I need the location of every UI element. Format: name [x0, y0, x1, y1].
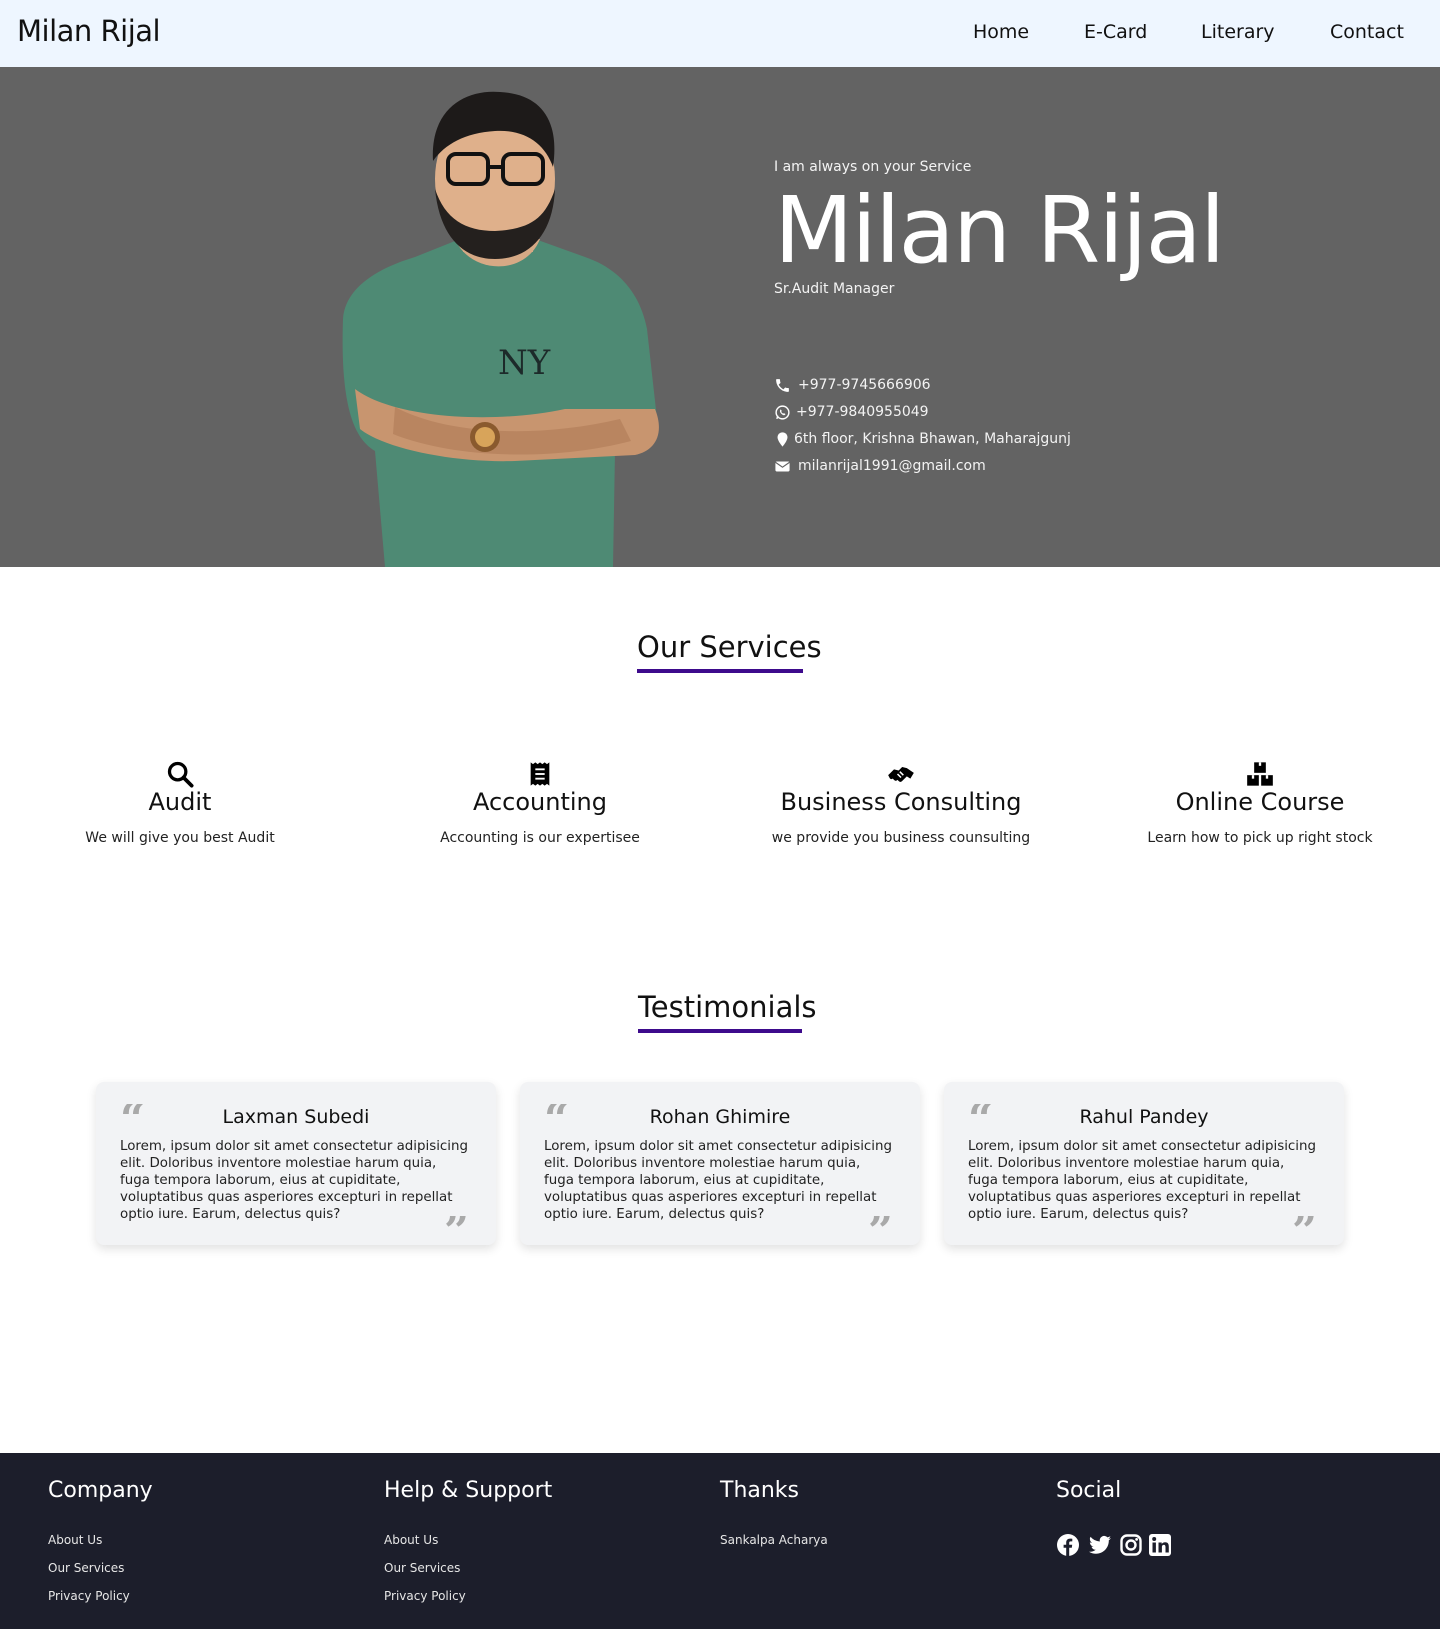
- phone-icon: [776, 379, 789, 392]
- testimonials-heading: Testimonials: [638, 990, 817, 1024]
- testimonial-text: Lorem, ipsum dolor sit amet consectetur …: [968, 1139, 1316, 1222]
- contact-email-text: milanrijal1991@gmail.com: [798, 458, 986, 474]
- brand-logo[interactable]: Milan Rijal: [17, 14, 161, 48]
- contact-phone-text: +977-9745666906: [798, 377, 931, 393]
- testimonial-author: Rohan Ghimire: [649, 1106, 791, 1128]
- services-heading: Our Services: [637, 630, 822, 664]
- twitter-icon[interactable]: [1088, 1533, 1112, 1557]
- envelope-icon: [775, 461, 790, 472]
- footer-about-link[interactable]: About Us: [48, 1533, 102, 1547]
- service-title: Accounting: [472, 788, 607, 816]
- service-description: We will give you best Audit: [85, 830, 275, 846]
- facebook-icon[interactable]: [1056, 1533, 1080, 1557]
- nav-home-link[interactable]: Home: [973, 21, 1029, 43]
- service-description: Accounting is our expertisee: [440, 830, 640, 846]
- receipt-icon: [530, 762, 550, 786]
- footer-thanks-heading: Thanks: [720, 1478, 800, 1503]
- nav-literary-link[interactable]: Literary: [1201, 21, 1275, 43]
- footer-services-link[interactable]: Our Services: [48, 1561, 124, 1575]
- service-description: Learn how to pick up right stock: [1147, 830, 1373, 846]
- testimonials-heading-underline: [638, 1029, 802, 1033]
- svg-text:”: ”: [1292, 1216, 1317, 1238]
- handshake-icon: [888, 767, 914, 782]
- instagram-icon[interactable]: [1119, 1533, 1143, 1557]
- quote-close-icon: ”: [444, 1216, 469, 1238]
- footer-help-heading: Help & Support: [384, 1478, 553, 1503]
- services-heading-underline: [637, 669, 803, 673]
- nav-contact-link[interactable]: Contact: [1330, 21, 1404, 43]
- footer-help-privacy-link[interactable]: Privacy Policy: [384, 1589, 466, 1603]
- testimonial-card: “ Rohan Ghimire Lorem, ipsum dolor sit a…: [520, 1082, 920, 1245]
- svg-text:”: ”: [444, 1216, 469, 1238]
- whatsapp-icon: [775, 405, 790, 420]
- testimonial-author: Laxman Subedi: [222, 1106, 370, 1128]
- service-title: Audit: [148, 788, 212, 816]
- footer-company-heading: Company: [48, 1478, 153, 1503]
- hero-name: Milan Rijal: [774, 177, 1225, 284]
- linkedin-icon[interactable]: [1148, 1533, 1172, 1557]
- footer-thanks-link[interactable]: Sankalpa Acharya: [720, 1533, 828, 1547]
- testimonial-card: “ Rahul Pandey Lorem, ipsum dolor sit am…: [944, 1082, 1344, 1245]
- site-footer: Company About Us Our Services Privacy Po…: [0, 1453, 1440, 1629]
- footer-help-services-link[interactable]: Our Services: [384, 1561, 460, 1575]
- profile-portrait: NY: [342, 91, 659, 567]
- svg-text:NY: NY: [498, 343, 551, 383]
- quote-close-icon: ”: [868, 1216, 893, 1238]
- quote-close-icon: ”: [1292, 1216, 1317, 1238]
- footer-help-about-link[interactable]: About Us: [384, 1533, 438, 1547]
- service-title: Online Course: [1175, 788, 1345, 816]
- search-icon: [167, 761, 194, 788]
- contact-whatsapp-text: +977-9840955049: [796, 404, 929, 420]
- service-title: Business Consulting: [780, 788, 1022, 816]
- hero-tagline: I am always on your Service: [774, 159, 972, 175]
- contact-address-text: 6th floor, Krishna Bhawan, Maharajgunj: [794, 431, 1071, 447]
- service-description: we provide you business counsulting: [771, 830, 1031, 846]
- boxes-icon: [1247, 762, 1273, 786]
- top-navbar: Milan Rijal Home E-Card Literary Contact: [0, 0, 1440, 67]
- footer-privacy-link[interactable]: Privacy Policy: [48, 1589, 130, 1603]
- testimonial-author: Rahul Pandey: [1079, 1106, 1209, 1128]
- hero-role: Sr.Audit Manager: [774, 281, 895, 297]
- testimonial-text: Lorem, ipsum dolor sit amet consectetur …: [120, 1139, 468, 1222]
- footer-social-heading: Social: [1056, 1478, 1122, 1503]
- hero-section: NY I am always on your Service Milan Rij…: [0, 67, 1440, 567]
- location-pin-icon: [777, 432, 788, 447]
- testimonial-card: “ Laxman Subedi Lorem, ipsum dolor sit a…: [96, 1082, 496, 1245]
- testimonial-text: Lorem, ipsum dolor sit amet consectetur …: [544, 1139, 892, 1222]
- svg-text:”: ”: [868, 1216, 893, 1238]
- nav-ecard-link[interactable]: E-Card: [1084, 21, 1147, 43]
